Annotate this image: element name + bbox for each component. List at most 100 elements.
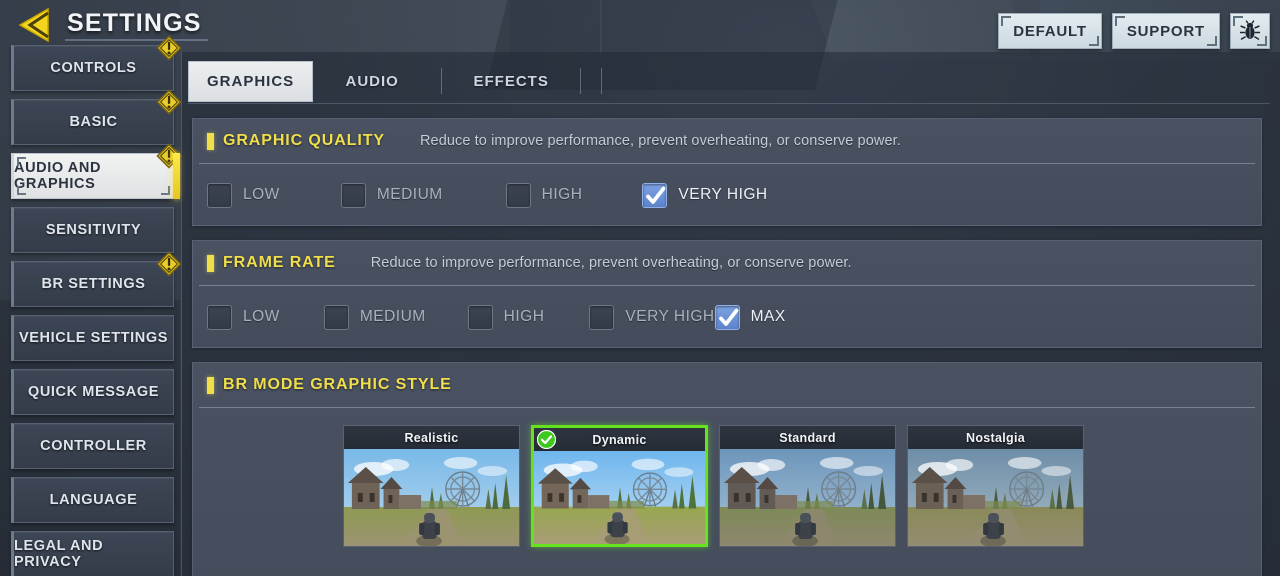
sidebar-item-label: BASIC <box>69 114 118 130</box>
card-label: Standard <box>779 430 836 445</box>
tab-separator <box>601 68 603 94</box>
divider <box>199 407 1255 408</box>
sidebar-item-label: BR SETTINGS <box>41 276 146 292</box>
checkbox-unchecked-icon[interactable] <box>207 182 232 208</box>
tab-separator <box>441 68 443 94</box>
graphic-style-card-dynamic[interactable]: Dynamic <box>531 425 708 547</box>
settings-screen: SETTINGS DEFAULT SUPPORT CONTROLS BASIC AU… <box>0 0 1280 576</box>
tab-label: GRAPHICS <box>207 72 295 90</box>
section-title: GRAPHIC QUALITY <box>223 132 385 149</box>
sidebar-item-legal-and-privacy[interactable]: LEGAL AND PRIVACY <box>11 531 174 576</box>
option-very-high[interactable]: VERY HIGH <box>589 304 715 330</box>
graphic-style-card-nostalgia[interactable]: Nostalgia <box>907 425 1084 547</box>
card-title-bar: Dynamic <box>534 428 705 451</box>
sidebar-item-label: LANGUAGE <box>49 492 138 508</box>
sidebar-item-quick-message[interactable]: QUICK MESSAGE <box>11 369 174 415</box>
section-header: GRAPHIC QUALITY Reduce to improve perfor… <box>193 119 1261 163</box>
option-high[interactable]: HIGH <box>505 182 583 208</box>
option-label: MEDIUM <box>376 186 443 203</box>
sidebar-item-vehicle-settings[interactable]: VEHICLE SETTINGS <box>11 315 174 361</box>
card-preview-image <box>908 449 1083 546</box>
tab-label: EFFECTS <box>473 72 549 90</box>
support-button[interactable]: SUPPORT <box>1111 13 1220 49</box>
checkbox-checked-icon[interactable] <box>642 182 668 208</box>
card-label: Nostalgia <box>966 430 1025 445</box>
top-right-actions: DEFAULT SUPPORT <box>998 13 1270 49</box>
checkbox-unchecked-icon[interactable] <box>467 304 493 330</box>
sidebar-item-label: AUDIO AND GRAPHICS <box>14 160 102 192</box>
section-marker-icon <box>207 132 214 150</box>
option-label: MAX <box>750 308 786 325</box>
bug-icon <box>1240 20 1260 41</box>
graphic-style-card-realistic[interactable]: Realistic <box>343 425 520 547</box>
card-preview-image <box>534 451 705 544</box>
section-title: BR MODE GRAPHIC STYLE <box>223 376 452 393</box>
sidebar-item-language[interactable]: LANGUAGE <box>11 477 174 523</box>
option-high[interactable]: HIGH <box>467 304 545 330</box>
checkbox-unchecked-icon[interactable] <box>207 304 232 330</box>
option-very-high[interactable]: VERY HIGH <box>642 182 768 208</box>
sidebar-item-controller[interactable]: CONTROLLER <box>11 423 174 469</box>
checkbox-unchecked-icon[interactable] <box>589 304 615 330</box>
section-title: FRAME RATE <box>223 254 336 271</box>
section-header: FRAME RATE Reduce to improve performance… <box>193 241 1261 285</box>
option-label: MEDIUM <box>359 308 426 325</box>
checkbox-unchecked-icon[interactable] <box>323 304 349 330</box>
option-medium[interactable]: MEDIUM <box>323 304 426 330</box>
card-preview-image <box>720 449 895 546</box>
selection-corner <box>17 157 26 166</box>
option-medium[interactable]: MEDIUM <box>340 182 443 208</box>
option-label: HIGH <box>541 186 583 203</box>
sidebar-item-label: SENSITIVITY <box>45 222 142 238</box>
tab-label: AUDIO <box>345 72 399 90</box>
graphic-style-card-standard[interactable]: Standard <box>719 425 896 547</box>
graphic-style-cards: Realistic Dynamic Standard Nostalgia <box>343 425 1084 547</box>
card-preview-image <box>344 449 519 546</box>
section-description: Reduce to improve performance, prevent o… <box>419 133 901 149</box>
default-button[interactable]: DEFAULT <box>998 13 1102 49</box>
option-low[interactable]: LOW <box>207 304 280 330</box>
option-low[interactable]: LOW <box>207 182 280 208</box>
bug-icon-button[interactable] <box>1230 13 1270 49</box>
sidebar-item-br-settings[interactable]: BR SETTINGS <box>11 251 182 307</box>
back-arrow-icon[interactable] <box>14 6 56 44</box>
page-title: SETTINGS <box>65 9 208 41</box>
checkbox-unchecked-icon[interactable] <box>505 182 531 208</box>
sidebar-item-sensitivity[interactable]: SENSITIVITY <box>11 207 174 253</box>
selected-check-icon <box>536 429 557 450</box>
option-label: VERY HIGH <box>625 308 715 325</box>
section-frame-rate: FRAME RATE Reduce to improve performance… <box>192 240 1262 348</box>
card-label: Dynamic <box>592 432 647 447</box>
sidebar: CONTROLS BASIC AUDIO AND GRAPHICS SENSITIVI… <box>11 35 182 576</box>
backdrop-shape-4 <box>180 0 510 55</box>
sidebar-item-audio-and-graphics[interactable]: AUDIO AND GRAPHICS <box>11 143 182 199</box>
card-label: Realistic <box>404 430 459 445</box>
sidebar-item-label: VEHICLE SETTINGS <box>19 330 168 346</box>
sidebar-item-label: LEGAL AND PRIVACY <box>14 538 104 570</box>
checkbox-checked-icon[interactable] <box>714 304 740 330</box>
card-title-bar: Standard <box>720 426 895 449</box>
checkbox-unchecked-icon[interactable] <box>340 182 366 208</box>
option-max[interactable]: MAX <box>714 304 786 330</box>
sidebar-item-label: CONTROLLER <box>40 438 147 454</box>
sidebar-item-label: CONTROLS <box>50 60 137 76</box>
option-label: VERY HIGH <box>678 186 768 203</box>
main-panel: GRAPHICS AUDIO EFFECTS GRAPHIC QUALITY Red… <box>181 52 1280 576</box>
card-title-bar: Realistic <box>344 426 519 449</box>
sidebar-item-controls[interactable]: CONTROLS <box>11 35 182 91</box>
tab-effects[interactable]: EFFECTS <box>452 61 570 102</box>
sidebar-item-basic[interactable]: BASIC <box>11 89 182 145</box>
section-marker-icon <box>207 376 214 394</box>
section-header: BR MODE GRAPHIC STYLE <box>193 363 1261 407</box>
section-br-mode-graphic-style: BR MODE GRAPHIC STYLE Realistic Dynamic … <box>192 362 1262 576</box>
backdrop-shape-6 <box>600 0 602 55</box>
tab-audio[interactable]: AUDIO <box>313 61 431 102</box>
warning-badge-icon <box>156 143 182 169</box>
tab-graphics[interactable]: GRAPHICS <box>188 60 314 102</box>
option-label: LOW <box>243 186 280 203</box>
option-label: LOW <box>243 308 280 325</box>
graphic-quality-options: LOW MEDIUM HIGH VERY HIGH <box>193 164 1261 226</box>
tab-bar: GRAPHICS AUDIO EFFECTS <box>188 59 1270 104</box>
section-marker-icon <box>207 254 214 272</box>
sidebar-item-label: QUICK MESSAGE <box>27 384 160 400</box>
